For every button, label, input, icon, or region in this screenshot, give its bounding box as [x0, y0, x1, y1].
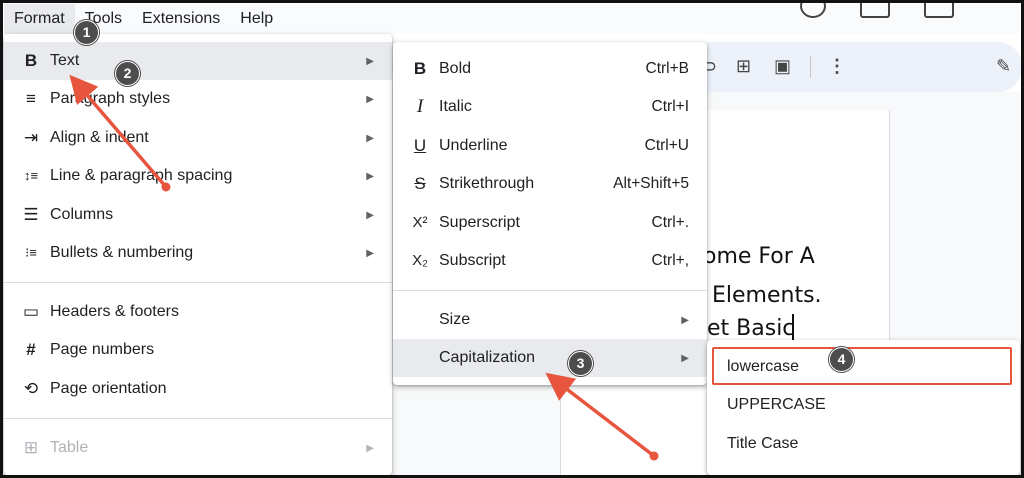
submenu-arrow-icon: ▶ [366, 247, 374, 259]
menu-extensions[interactable]: Extensions [132, 4, 230, 34]
document-line: Elements. [712, 283, 822, 308]
shortcut-label: Ctrl+. [651, 214, 689, 231]
format-menu-item-bullets[interactable]: ⁝≡ Bullets & numbering ▶ [4, 234, 392, 272]
menu-item-label: Paragraph styles [50, 90, 171, 107]
bullets-icon: ⁝≡ [25, 245, 37, 260]
menu-item-label: Headers & footers [50, 303, 179, 320]
menu-divider [4, 418, 392, 419]
format-menu-item-paragraph-styles[interactable]: ≡ Paragraph styles ▶ [4, 80, 392, 118]
submenu-arrow-icon: ▶ [681, 314, 689, 326]
shortcut-label: Alt+Shift+5 [613, 175, 689, 192]
superscript-icon: X² [412, 214, 428, 231]
text-menu-item-size[interactable]: Size ▶ [393, 301, 707, 339]
submenu-arrow-icon: ▶ [366, 209, 374, 221]
format-menu: B Text ▶ ≡ Paragraph styles ▶ ⇥ Align & … [4, 34, 392, 475]
menu-item-label: Page numbers [50, 341, 155, 358]
format-menu-item-table: ⊞ Table ▶ [4, 429, 392, 467]
submenu-arrow-icon: ▶ [366, 93, 374, 105]
menu-item-label: Underline [439, 137, 508, 154]
format-menu-item-align-indent[interactable]: ⇥ Align & indent ▶ [4, 119, 392, 157]
document-line: ome For A [703, 244, 815, 269]
bold-icon: B [413, 59, 427, 78]
menu-item-label: Subscript [439, 252, 506, 269]
menu-item-label: Columns [50, 206, 114, 223]
paragraph-styles-icon: ≡ [26, 89, 36, 108]
toolbar-separator [810, 56, 811, 78]
step-badge-1: 1 [74, 20, 99, 45]
format-menu-item-page-numbers[interactable]: # Page numbers [4, 331, 392, 369]
menu-item-label: Table [50, 439, 89, 456]
underline-icon: U [413, 136, 427, 155]
page-numbers-icon: # [26, 340, 36, 359]
step-badge-2: 2 [115, 61, 140, 86]
step-badge-3: 3 [568, 351, 593, 376]
columns-icon: ☰ [23, 205, 39, 224]
italic-icon: I [416, 96, 424, 117]
insert-image-icon[interactable]: ▣ [774, 56, 791, 76]
capitalization-item-uppercase[interactable]: UPPERCASE [707, 386, 1020, 424]
menu-item-label: Align & indent [50, 129, 149, 146]
menu-item-label: Strikethrough [439, 175, 535, 192]
menu-item-label: Italic [439, 98, 472, 115]
text-menu-item-underline[interactable]: U Underline Ctrl+U [393, 127, 707, 165]
shortcut-label: Ctrl+, [651, 252, 689, 269]
headers-footers-icon: ▭ [22, 302, 40, 321]
shortcut-label: Ctrl+I [651, 98, 689, 115]
text-menu-item-strikethrough[interactable]: S Strikethrough Alt+Shift+5 [393, 165, 707, 203]
submenu-arrow-icon: ▶ [366, 132, 374, 144]
text-menu-item-superscript[interactable]: X² Superscript Ctrl+. [393, 204, 707, 242]
menu-item-label: Capitalization [439, 349, 536, 366]
page-orientation-icon: ⟲ [23, 379, 39, 398]
document-line: et Basic [707, 316, 795, 341]
menu-divider [4, 282, 392, 283]
align-indent-icon: ⇥ [23, 128, 39, 147]
menu-format[interactable]: Format [4, 4, 75, 34]
format-menu-item-text[interactable]: B Text ▶ [4, 42, 392, 80]
text-menu-item-capitalization[interactable]: Capitalization ▶ [393, 339, 707, 377]
format-menu-item-page-orientation[interactable]: ⟲ Page orientation [4, 370, 392, 408]
text-menu-item-italic[interactable]: I Italic Ctrl+I [393, 88, 707, 126]
strikethrough-icon: S [414, 174, 426, 193]
menu-item-label: Bullets & numbering [50, 244, 194, 261]
text-menu-item-bold[interactable]: B Bold Ctrl+B [393, 50, 707, 88]
menu-item-label: Bold [439, 60, 472, 77]
shortcut-label: Ctrl+B [645, 60, 690, 77]
menu-item-label: Superscript [439, 214, 520, 231]
lowercase-highlight-box [712, 347, 1012, 385]
subscript-icon: X₂ [412, 252, 428, 269]
table-icon: ⊞ [23, 438, 39, 457]
step-badge-4: 4 [829, 347, 854, 372]
format-menu-item-columns[interactable]: ☰ Columns ▶ [4, 196, 392, 234]
menu-divider [393, 290, 707, 291]
format-menu-item-headers-footers[interactable]: ▭ Headers & footers [4, 293, 392, 331]
menu-help[interactable]: Help [230, 4, 283, 34]
meet-icon[interactable] [924, 0, 954, 18]
submenu-arrow-icon: ▶ [366, 442, 374, 454]
submenu-arrow-icon: ▶ [366, 170, 374, 182]
menu-item-label: UPPERCASE [727, 396, 826, 413]
line-spacing-icon: ↕≡ [23, 168, 39, 183]
bold-text-icon: B [24, 51, 38, 70]
text-submenu: B Bold Ctrl+B I Italic Ctrl+I U Underlin… [393, 42, 707, 385]
menu-item-label: Size [439, 311, 471, 328]
more-options-icon[interactable]: ⋮ [828, 56, 846, 76]
menu-item-label: Page orientation [50, 380, 167, 397]
shortcut-label: Ctrl+U [644, 137, 689, 154]
menubar: Format Tools Extensions Help [4, 0, 1020, 34]
menu-item-label: Text [50, 52, 80, 69]
submenu-arrow-icon: ▶ [681, 352, 689, 364]
menu-item-label: Line & paragraph spacing [50, 167, 233, 184]
submenu-arrow-icon: ▶ [366, 55, 374, 67]
edit-mode-icon[interactable]: ✎ [996, 56, 1011, 76]
comment-icon[interactable] [860, 0, 890, 18]
text-cursor [792, 314, 794, 340]
menu-item-label: Title Case [727, 435, 799, 452]
capitalization-item-title-case[interactable]: Title Case [707, 425, 1020, 463]
text-menu-item-subscript[interactable]: X₂ Subscript Ctrl+, [393, 242, 707, 280]
history-icon[interactable] [800, 0, 826, 18]
format-menu-item-line-spacing[interactable]: ↕≡ Line & paragraph spacing ▶ [4, 157, 392, 195]
add-comment-icon[interactable]: ⊞ [736, 56, 751, 76]
